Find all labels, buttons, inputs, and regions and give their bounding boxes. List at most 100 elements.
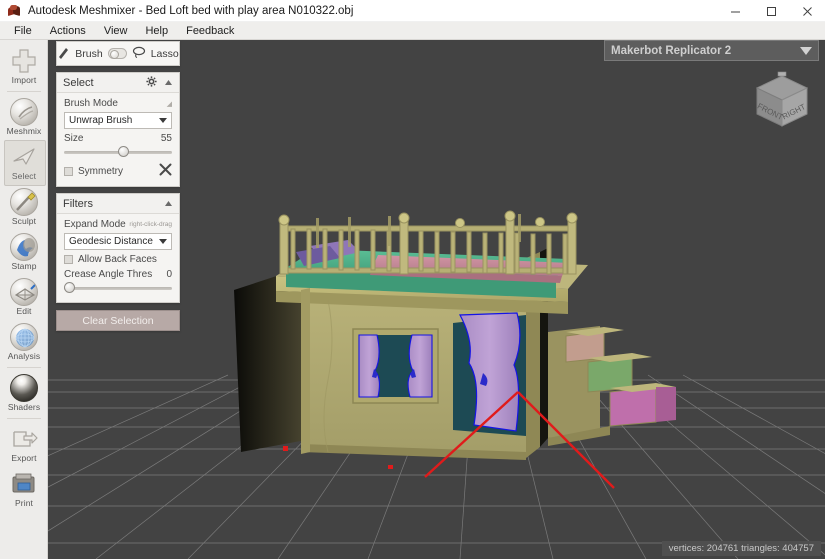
size-label: Size (64, 133, 84, 144)
maximize-button[interactable] (753, 0, 789, 22)
sidebar-item-sculpt[interactable]: Sculpt (0, 185, 48, 230)
menu-item-actions[interactable]: Actions (41, 22, 95, 40)
sidebar-item-stamp[interactable]: Stamp (0, 230, 48, 275)
size-slider[interactable] (64, 145, 172, 159)
sidebar-item-import[interactable]: Import (0, 44, 48, 89)
printer-select[interactable]: Makerbot Replicator 2 (604, 40, 819, 61)
sidebar-label-print: Print (15, 498, 33, 508)
left-toolbar: Import Meshmix Select Sculpt Stamp Edit … (0, 40, 48, 559)
printer-icon (9, 469, 39, 499)
chevron-down-icon (159, 239, 167, 244)
brush-mode-label: Brush Mode (64, 98, 118, 109)
crease-angle-row: Crease Angle Thres 0 (64, 269, 172, 280)
select-group-body: Brush Mode ◢ Unwrap Brush Size 55 Symmet… (57, 93, 179, 186)
sidebar-label-shaders: Shaders (7, 402, 41, 412)
meshmixer-window: Autodesk Meshmixer - Bed Loft bed with p… (0, 0, 825, 559)
meshmixer-logo-icon (7, 4, 21, 18)
toggle-knob (109, 49, 119, 59)
toolbar-divider (6, 91, 41, 92)
select-tool-panel: Brush Lasso Select Brush Mode ◢ Unwrap B… (56, 41, 180, 331)
expand-mode-value: Geodesic Distance (69, 236, 153, 247)
menu-bar: File Actions View Help Feedback (0, 22, 825, 40)
sidebar-item-export[interactable]: Export (0, 422, 48, 467)
crease-angle-value: 0 (166, 269, 172, 280)
filters-group-title: Filters (63, 197, 93, 210)
sidebar-item-analysis[interactable]: Analysis (0, 320, 48, 365)
sidebar-item-select[interactable]: Select (0, 140, 48, 186)
expand-mode-hint: right-click-drag (129, 221, 172, 228)
chevron-up-icon[interactable] (164, 77, 173, 89)
symmetry-checkbox[interactable] (64, 166, 73, 176)
clear-selection-button[interactable]: Clear Selection (56, 310, 180, 331)
brush-orb-icon (9, 187, 39, 217)
filters-group-body: Expand Mode right-click-drag Geodesic Di… (57, 214, 179, 302)
brush-label: Brush (75, 47, 103, 60)
lasso-label: Lasso (150, 47, 179, 60)
crease-angle-slider-track (64, 287, 172, 290)
allow-back-faces-label: Allow Back Faces (78, 254, 157, 265)
export-arrow-icon (9, 424, 39, 454)
title-bar: Autodesk Meshmixer - Bed Loft bed with p… (0, 0, 825, 22)
sidebar-label-edit: Edit (16, 306, 32, 316)
size-slider-thumb[interactable] (117, 146, 129, 157)
chevron-up-icon[interactable] (164, 198, 173, 210)
edit-orb-icon (9, 277, 39, 307)
shader-sphere-icon (9, 373, 39, 403)
menu-item-feedback[interactable]: Feedback (177, 22, 243, 40)
symmetry-label: Symmetry (78, 165, 123, 177)
menu-item-help[interactable]: Help (136, 22, 177, 40)
expand-mode-row: Expand Mode right-click-drag (64, 219, 172, 230)
minimize-button[interactable] (717, 0, 753, 22)
expand-mode-label: Expand Mode (64, 219, 126, 230)
cross-tool-icon[interactable] (159, 163, 172, 179)
brush-lasso-toolbar: Brush Lasso (56, 41, 180, 66)
stamp-orb-icon (9, 232, 39, 262)
select-group-header[interactable]: Select (57, 73, 179, 93)
stairs (548, 326, 676, 446)
brush-mode-badge-icon: ◢ (166, 100, 172, 108)
filters-group: Filters Expand Mode right-click-drag Geo… (56, 193, 180, 303)
chevron-down-icon (800, 46, 812, 55)
window-title: Autodesk Meshmixer - Bed Loft bed with p… (28, 4, 354, 17)
sidebar-item-print[interactable]: Print (0, 467, 48, 512)
expand-mode-select[interactable]: Geodesic Distance (64, 233, 172, 250)
chevron-down-icon (159, 118, 167, 123)
menu-item-view[interactable]: View (95, 22, 137, 40)
allow-back-faces-row: Allow Back Faces (64, 254, 172, 265)
mesh-stats-text: vertices: 204761 triangles: 404757 (668, 543, 814, 554)
sidebar-label-export: Export (11, 453, 37, 463)
analysis-orb-icon (9, 322, 39, 352)
sidebar-label-import: Import (11, 75, 37, 85)
view-cube[interactable]: FRONT RIGHT (747, 66, 817, 136)
loft-bed-model (234, 210, 676, 460)
select-group: Select Brush Mode ◢ Unwrap Brush Size 55… (56, 72, 180, 187)
sidebar-label-sculpt: Sculpt (11, 216, 37, 226)
gear-icon[interactable] (146, 75, 157, 90)
brush-mode-value: Unwrap Brush (69, 115, 133, 126)
clear-selection-wrap: Clear Selection (56, 310, 180, 331)
meshmix-orb-icon (9, 97, 39, 127)
select-group-title: Select (63, 76, 94, 89)
crease-angle-slider-thumb[interactable] (64, 282, 75, 293)
menu-item-file[interactable]: File (5, 22, 41, 40)
symmetry-row: Symmetry (64, 163, 172, 179)
close-button[interactable] (789, 0, 825, 22)
sidebar-label-stamp: Stamp (11, 261, 37, 271)
sidebar-label-analysis: Analysis (7, 351, 41, 361)
status-bar: vertices: 204761 triangles: 404757 (661, 541, 821, 556)
paintbrush-icon (57, 46, 70, 62)
size-value: 55 (160, 133, 172, 144)
allow-back-faces-checkbox[interactable] (64, 255, 73, 264)
sidebar-item-shaders[interactable]: Shaders (0, 371, 48, 416)
brush-mode-row: Brush Mode ◢ (64, 98, 172, 109)
sidebar-item-meshmix[interactable]: Meshmix (0, 95, 48, 140)
crease-angle-slider[interactable] (64, 281, 172, 295)
brush-mode-select[interactable]: Unwrap Brush (64, 112, 172, 129)
brush-lasso-toggle[interactable] (107, 48, 127, 59)
sidebar-item-edit[interactable]: Edit (0, 275, 48, 320)
size-row: Size 55 (64, 133, 172, 144)
toolbar-divider (6, 418, 41, 419)
window-controls (717, 0, 825, 22)
filters-group-header[interactable]: Filters (57, 194, 179, 214)
cursor-arrow-icon (9, 142, 39, 172)
